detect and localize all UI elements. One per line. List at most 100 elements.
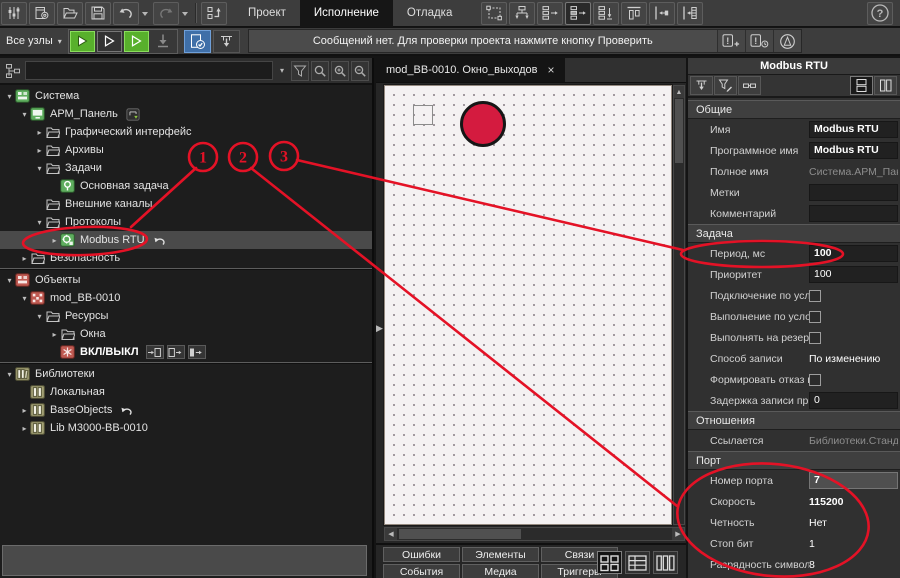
undo-icon[interactable] [152,233,168,247]
property-value[interactable]: 0 [809,392,898,409]
distribute-h-alt-button[interactable] [565,2,591,25]
align-left-button[interactable] [649,2,675,25]
tree-item-mod-bb-0010[interactable]: ▾mod_BB-0010 [0,289,372,307]
undo-button[interactable] [113,2,139,25]
undo-icon[interactable] [119,403,135,417]
expander-open-icon[interactable]: ▾ [19,294,30,303]
errors-pending-button[interactable]: ! [745,30,773,52]
scroll-up-icon[interactable]: ▲ [674,86,684,98]
project-settings-button[interactable] [1,2,27,25]
chevron-down-icon[interactable] [140,2,150,25]
property-value[interactable] [809,205,898,222]
restart-project-button[interactable] [201,2,227,25]
distribute-v-button[interactable] [593,2,619,25]
tree-item-baseobjects[interactable]: ▸BaseObjects [0,401,372,419]
expander-closed-icon[interactable]: ▸ [19,254,30,263]
apply-changes-button[interactable] [213,30,240,53]
search-prev-button[interactable] [351,61,369,81]
document-tab[interactable]: mod_BB-0010. Окно_выходов × [376,58,565,82]
help-button[interactable]: ? [867,2,893,25]
tree-item-арм-панель[interactable]: ▾АРМ_Панель [0,105,372,123]
tree-item-modbus-rtu[interactable]: ▸Modbus RTU [0,231,372,249]
tree-item-графический-интерфейс[interactable]: ▸Графический интерфейс [0,123,372,141]
tree-item-архивы[interactable]: ▸Архивы [0,141,372,159]
tree-item-библиотеки[interactable]: ▾Библиотеки [0,365,372,383]
settings-gear-button[interactable] [29,2,55,25]
tree-item-безопасность[interactable]: ▸Безопасность [0,249,372,267]
hierarchy-icon[interactable] [3,60,23,81]
distribute-h-button[interactable] [537,2,563,25]
bottom-tab-элементы[interactable]: Элементы [462,547,539,562]
property-checkbox[interactable] [809,311,821,323]
select-frame-button[interactable] [481,2,507,25]
expander-open-icon[interactable]: ▾ [34,312,45,321]
vertical-scrollbar[interactable]: ▲ [673,85,685,525]
layout-rows-button[interactable] [850,76,873,95]
properties-link-button[interactable] [738,76,761,95]
search-button[interactable] [311,61,329,81]
alerts-button[interactable] [773,30,801,52]
property-group-общие[interactable]: Общие [688,100,900,119]
expander-closed-icon[interactable]: ▸ [19,406,30,415]
tree-item-окна[interactable]: ▸Окна [0,325,372,343]
property-value[interactable]: 7 [809,472,898,489]
close-icon[interactable]: × [548,64,555,76]
node-run-icon[interactable] [125,107,141,121]
tree-item-ресурсы[interactable]: ▾Ресурсы [0,307,372,325]
explorer-search-input[interactable] [25,61,273,80]
expander-open-icon[interactable]: ▾ [4,370,15,379]
property-value[interactable]: 100 [809,245,898,262]
property-group-задача[interactable]: Задача [688,224,900,243]
tree-item-локальная[interactable]: Локальная [0,383,372,401]
panel-collapse-arrow-icon[interactable]: ▶ [376,323,383,334]
align-tree-button[interactable] [509,2,535,25]
map-io-icon[interactable] [167,345,185,359]
view-columns-button[interactable] [653,551,678,574]
tree-item-задачи[interactable]: ▾Задачи [0,159,372,177]
view-grid-button[interactable] [597,551,622,574]
expander-open-icon[interactable]: ▾ [34,218,45,227]
canvas-checkbox-element[interactable] [413,105,433,125]
tab-исполнение[interactable]: Исполнение [300,0,393,27]
align-rows-button[interactable] [677,2,703,25]
search-next-button[interactable] [331,61,349,81]
property-value[interactable] [809,184,898,201]
properties-mapping-button[interactable] [690,76,713,95]
tree-item-система[interactable]: ▾Система [0,87,372,105]
tree-item-протоколы[interactable]: ▾Протоколы [0,213,372,231]
errors-add-button[interactable]: ! [717,30,745,52]
expander-closed-icon[interactable]: ▸ [34,146,45,155]
tree-item-объекты[interactable]: ▾Объекты [0,271,372,289]
search-dropdown-button[interactable]: ▾ [275,61,289,81]
property-checkbox[interactable] [809,332,821,344]
property-value[interactable]: 100 [809,266,898,283]
redo-button[interactable] [153,2,179,25]
expander-open-icon[interactable]: ▾ [4,276,15,285]
bottom-tab-медиа[interactable]: Медиа [462,564,539,578]
property-value[interactable]: Modbus RTU [809,121,898,138]
tree-item-lib-m3000-bb-0010[interactable]: ▸Lib M3000-BB-0010 [0,419,372,437]
chevron-down-icon[interactable] [180,2,190,25]
canvas-circle-element[interactable] [460,101,506,147]
design-canvas[interactable] [384,85,672,525]
property-value[interactable]: Modbus RTU [809,142,898,159]
map-out-icon[interactable] [188,345,206,359]
nodes-selector[interactable]: Все узлы ▾ [3,35,68,47]
property-group-отношения[interactable]: Отношения [688,411,900,430]
bottom-tab-события[interactable]: События [383,564,460,578]
tree-item-основная-задача[interactable]: Основная задача [0,177,372,195]
tree-item-вкл-выкл[interactable]: ВКЛ/ВЫКЛ [0,343,372,361]
open-folder-button[interactable] [57,2,83,25]
bottom-tab-ошибки[interactable]: Ошибки [383,547,460,562]
expander-closed-icon[interactable]: ▸ [49,330,60,339]
vertical-scroll-thumb[interactable] [675,99,683,163]
scroll-left-icon[interactable]: ◀ [385,528,397,540]
expander-closed-icon[interactable]: ▸ [34,128,45,137]
check-project-button[interactable] [184,30,211,53]
expander-open-icon[interactable]: ▾ [34,164,45,173]
filter-button[interactable] [291,61,309,81]
properties-filter-button[interactable] [714,76,737,95]
load-to-node-button[interactable] [151,31,176,52]
run-node-button[interactable] [97,31,122,52]
horizontal-scroll-thumb[interactable] [399,529,521,539]
